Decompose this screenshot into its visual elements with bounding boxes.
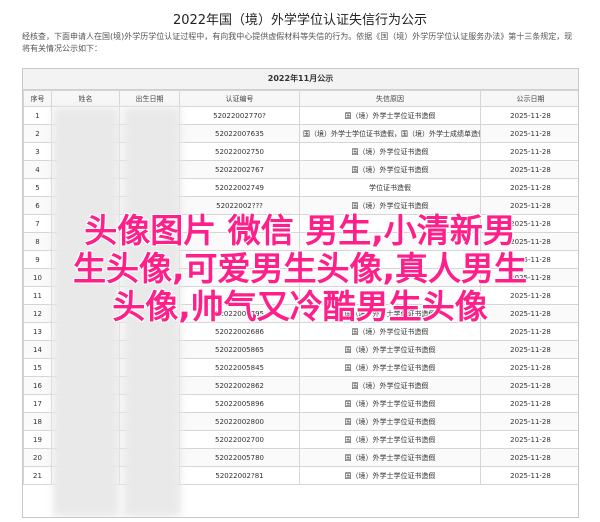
overlay-line-3: 头像,帅气又冷酷男生头像 xyxy=(112,287,488,326)
table-cell: 3 xyxy=(23,142,52,161)
table-cell: 国（境）外学士学位证书造假 xyxy=(299,106,481,125)
table-cell: 52022002750 xyxy=(179,142,300,161)
table-cell: 52022005896 xyxy=(179,394,300,413)
table-cell: 国（境）外学位证书造假 xyxy=(299,142,481,161)
column-header: 姓名 xyxy=(51,90,120,107)
table-cell: 国（境）外学位证书造假 xyxy=(299,160,481,179)
table-cell: 2025-11-28 xyxy=(480,466,578,485)
column-header: 公示日期 xyxy=(480,90,578,107)
table-cell: 国（境）外学士学位证书造假 xyxy=(299,466,481,485)
table-cell: 4 xyxy=(23,160,52,179)
table-cell: 52022002749 xyxy=(179,178,300,197)
column-header: 失信原因 xyxy=(299,90,481,107)
overlay-line-1: 头像图片 微信 男生,小清新男 xyxy=(84,211,516,250)
table-cell: 15 xyxy=(23,358,52,377)
table-cell: 2025-11-28 xyxy=(480,160,578,179)
intro-paragraph: 经核查，下面申请人在国(境)外学历学位认证过程中，有向我中心提供虚假材料等失信的… xyxy=(22,32,573,53)
table-cell: 5 xyxy=(23,178,52,197)
table-cell: 52022002700 xyxy=(179,430,300,449)
table-cell: 国（境）外学士学位证书造假 xyxy=(299,340,481,359)
table-cell: 21 xyxy=(23,466,52,485)
table-cell: 52022002770? xyxy=(179,106,300,125)
table-cell: 52022002?81 xyxy=(179,466,300,485)
table-cell: 2025-11-28 xyxy=(480,178,578,197)
table-cell: 国（境）外学士学位证书造假 xyxy=(299,430,481,449)
table-cell: 2025-11-28 xyxy=(480,124,578,143)
table-cell: 国（境）外学士学位证书造假 xyxy=(299,358,481,377)
table-cell: 52022002767 xyxy=(179,160,300,179)
table-cell: 18 xyxy=(23,412,52,431)
document-title: 2022年国（境）外学学位认证失信行为公示 xyxy=(172,13,428,28)
table-cell: 19 xyxy=(23,430,52,449)
table-cell: 2025-11-28 xyxy=(480,448,578,467)
table-cell: 2025-11-28 xyxy=(480,376,578,395)
table-cell: 20 xyxy=(23,448,52,467)
table-cell: 2 xyxy=(23,124,52,143)
watermark-overlay-text: 头像图片 微信 男生,小清新男 生头像,可爱男生头像,真人男生 头像,帅气又冷酷… xyxy=(0,212,600,326)
table-cell: 14 xyxy=(23,340,52,359)
table-cell: 2025-11-28 xyxy=(480,394,578,413)
table-cell: 国（境）外学士学位证书造假 xyxy=(299,448,481,467)
table-cell: 学位证书造假 xyxy=(299,178,481,197)
table-cell: 2025-11-28 xyxy=(480,106,578,125)
table-cell: 52022002800 xyxy=(179,412,300,431)
table-cell: 52022002862 xyxy=(179,376,300,395)
column-header: 序号 xyxy=(23,90,52,107)
table-cell: 17 xyxy=(23,394,52,413)
overlay-line-2: 生头像,可爱男生头像,真人男生 xyxy=(72,249,528,288)
table-cell: 国（境）外学士学位证书造假 xyxy=(299,412,481,431)
table-cell: 52022005865 xyxy=(179,340,300,359)
table-cell: 52022007635 xyxy=(179,124,300,143)
column-header: 认证编号 xyxy=(179,90,300,107)
table-cell: 2025-11-28 xyxy=(480,358,578,377)
table-cell: 16 xyxy=(23,376,52,395)
table-caption: 2022年11月公示 xyxy=(23,69,578,90)
table-cell: 国（境）外学士学位证书造假 xyxy=(299,394,481,413)
table-cell: 2025-11-28 xyxy=(480,142,578,161)
table-header-row: 序号 姓名 出生日期 认证编号 失信原因 公示日期 xyxy=(23,90,578,107)
table-cell: 国（境）外学位证书造假 xyxy=(299,376,481,395)
table-cell: 1 xyxy=(23,106,52,125)
column-header: 出生日期 xyxy=(119,90,180,107)
table-cell: 国（境）外学士学位证书造假，国（境）外学士成绩单造假 xyxy=(299,124,481,143)
table-cell: 52022005780 xyxy=(179,448,300,467)
table-cell: 2025-11-28 xyxy=(480,340,578,359)
table-cell: 2025-11-28 xyxy=(480,430,578,449)
table-cell: 2025-11-28 xyxy=(480,412,578,431)
table-cell: 52022005845 xyxy=(179,358,300,377)
